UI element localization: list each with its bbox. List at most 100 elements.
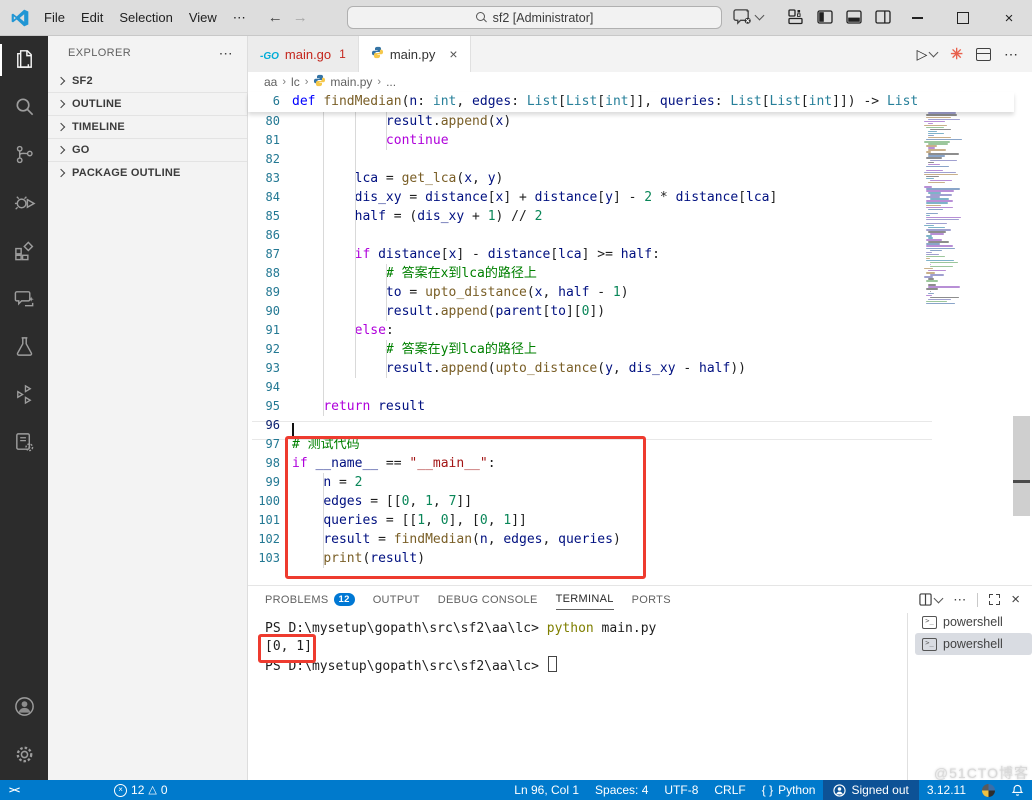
breadcrumb-item[interactable]: lc (291, 75, 300, 89)
notifications-bell-icon[interactable] (1003, 780, 1032, 800)
minimize-button[interactable] (894, 0, 940, 36)
python-interpreter[interactable]: 3.12.11 (919, 780, 974, 800)
menu-view[interactable]: View (181, 7, 225, 28)
close-panel-icon[interactable]: × (1011, 591, 1020, 608)
forward-arrow-icon[interactable]: → (293, 9, 308, 26)
line-number: 83 (248, 169, 292, 188)
maximize-button[interactable] (940, 0, 986, 36)
activitybar-item-source-control[interactable] (0, 132, 48, 180)
terminal-instance[interactable]: >_powershell (915, 633, 1032, 655)
activitybar-item-testing[interactable] (0, 324, 48, 372)
language-mode[interactable]: { } Python (754, 780, 824, 800)
python-env-icon[interactable] (974, 780, 1003, 800)
minimap-line (926, 258, 930, 259)
indent-guide (323, 359, 324, 378)
close-button[interactable]: × (986, 0, 1032, 36)
activitybar-item-extensions[interactable] (0, 228, 48, 276)
indent-guide (323, 131, 324, 150)
activitybar-item-account[interactable] (0, 684, 48, 732)
activitybar-item-chat[interactable] (0, 276, 48, 324)
indent-guide (355, 169, 356, 188)
problems-status[interactable]: × 12 △ 0 (114, 783, 168, 797)
activitybar-item-explorer[interactable] (0, 36, 48, 84)
explorer-icon (13, 47, 36, 73)
tab-main-py[interactable]: main.py× (359, 36, 471, 72)
encoding[interactable]: UTF-8 (656, 780, 706, 800)
panel-tab-problems[interactable]: PROBLEMS12 (265, 589, 355, 610)
panel-tab-terminal[interactable]: TERMINAL (556, 589, 614, 610)
sidebar-title: EXPLORER (68, 47, 131, 59)
line-number: 96 (248, 416, 292, 435)
minimap-line (930, 233, 944, 234)
line-number: 87 (248, 245, 292, 264)
split-editor-icon[interactable] (976, 48, 991, 61)
breadcrumb-item[interactable]: aa (264, 75, 277, 89)
panel-tab-label: DEBUG CONSOLE (438, 594, 538, 606)
terminal-list-divider (907, 613, 908, 781)
menu-selection[interactable]: Selection (111, 7, 180, 28)
activitybar-item-notebook-settings[interactable] (0, 420, 48, 468)
activitybar-item-settings[interactable] (0, 732, 48, 780)
back-arrow-icon[interactable]: ← (268, 9, 283, 26)
indentation[interactable]: Spaces: 4 (587, 780, 656, 800)
breadcrumb-item[interactable]: ... (386, 75, 396, 89)
sidebar-section-timeline[interactable]: TIMELINE (48, 115, 247, 138)
indent-guide (355, 321, 356, 340)
minimap[interactable] (924, 94, 968, 305)
run-python-button[interactable]: ▷ (917, 46, 938, 63)
toggle-primary-sidebar-icon[interactable] (817, 9, 833, 25)
minimap-line (928, 209, 943, 210)
editor-scrollbar[interactable] (1011, 56, 1032, 585)
formatter-icon[interactable]: ✳ (950, 45, 963, 63)
minimap-line (926, 248, 955, 249)
code-line-92: 92 # 答案在y到lca的路径上 (248, 340, 1014, 359)
sticky-scroll-line[interactable]: 6def findMedian(n: int, edges: List[List… (248, 92, 1014, 112)
sidebar-section-outline[interactable]: OUTLINE (48, 92, 247, 115)
eol-sequence[interactable]: CRLF (706, 780, 753, 800)
maximize-panel-icon[interactable] (989, 594, 1000, 605)
minimap-line (926, 114, 957, 115)
activitybar-item-go[interactable] (0, 372, 48, 420)
tab-main-go[interactable]: -GOmain.go1 (248, 36, 359, 72)
copilot-menu[interactable] (733, 8, 763, 25)
section-label: GO (72, 144, 90, 156)
menu-edit[interactable]: Edit (73, 7, 111, 28)
remote-indicator[interactable]: >< (0, 785, 28, 796)
toggle-panel-icon[interactable] (846, 9, 862, 25)
terminal-instance[interactable]: >_powershell (915, 611, 1032, 633)
command-center-search[interactable]: sf2 [Administrator] (347, 6, 722, 29)
code-line-87: 87 if distance[x] - distance[lca] >= hal… (248, 245, 1014, 264)
activitybar-item-run-debug[interactable] (0, 180, 48, 228)
sidebar-more-icon[interactable]: ⋯ (219, 45, 233, 62)
panel-tab-output[interactable]: OUTPUT (373, 590, 420, 610)
status-bar: >< × 12 △ 0 Ln 96, Col 1 Spaces: 4 UTF-8… (0, 780, 1032, 800)
breadcrumb-separator: › (282, 76, 286, 88)
menu-[interactable]: ⋯ (225, 7, 254, 29)
panel-more-icon[interactable]: ⋯ (953, 592, 966, 608)
menu-file[interactable]: File (36, 7, 73, 28)
scrollbar-thumb[interactable] (1013, 416, 1030, 516)
sidebar-section-package-outline[interactable]: PACKAGE OUTLINE (48, 161, 247, 184)
search-text: sf2 [Administrator] (493, 11, 594, 25)
split-terminal-button[interactable] (919, 593, 942, 606)
sidebar-section-go[interactable]: GO (48, 138, 247, 161)
code-text: else: (292, 321, 394, 340)
toggle-secondary-sidebar-icon[interactable] (875, 9, 891, 25)
code-text: result.append(parent[to][0]) (292, 302, 605, 321)
indent-guide (355, 188, 356, 207)
sidebar-section-sf2[interactable]: SF2 (48, 70, 247, 92)
code-text: result.append(upto_distance(y, dis_xy - … (292, 359, 746, 378)
breadcrumb-item[interactable]: main.py (313, 74, 372, 90)
tab-close-icon[interactable]: × (449, 46, 457, 62)
activitybar-item-search[interactable] (0, 84, 48, 132)
minimap-line (928, 123, 933, 124)
panel-tab-ports[interactable]: PORTS (632, 590, 671, 610)
error-count: 12 (131, 783, 144, 797)
search-icon (13, 95, 36, 121)
customize-layout-icon[interactable] (788, 9, 804, 25)
account-signed-out[interactable]: Signed out (823, 780, 918, 800)
panel-tab-debug-console[interactable]: DEBUG CONSOLE (438, 590, 538, 610)
terminal-output[interactable]: PS D:\mysetup\gopath\src\sf2\aa\lc> pyth… (265, 620, 656, 674)
go-file-icon: -GO (260, 51, 279, 62)
cursor-position[interactable]: Ln 96, Col 1 (506, 780, 587, 800)
